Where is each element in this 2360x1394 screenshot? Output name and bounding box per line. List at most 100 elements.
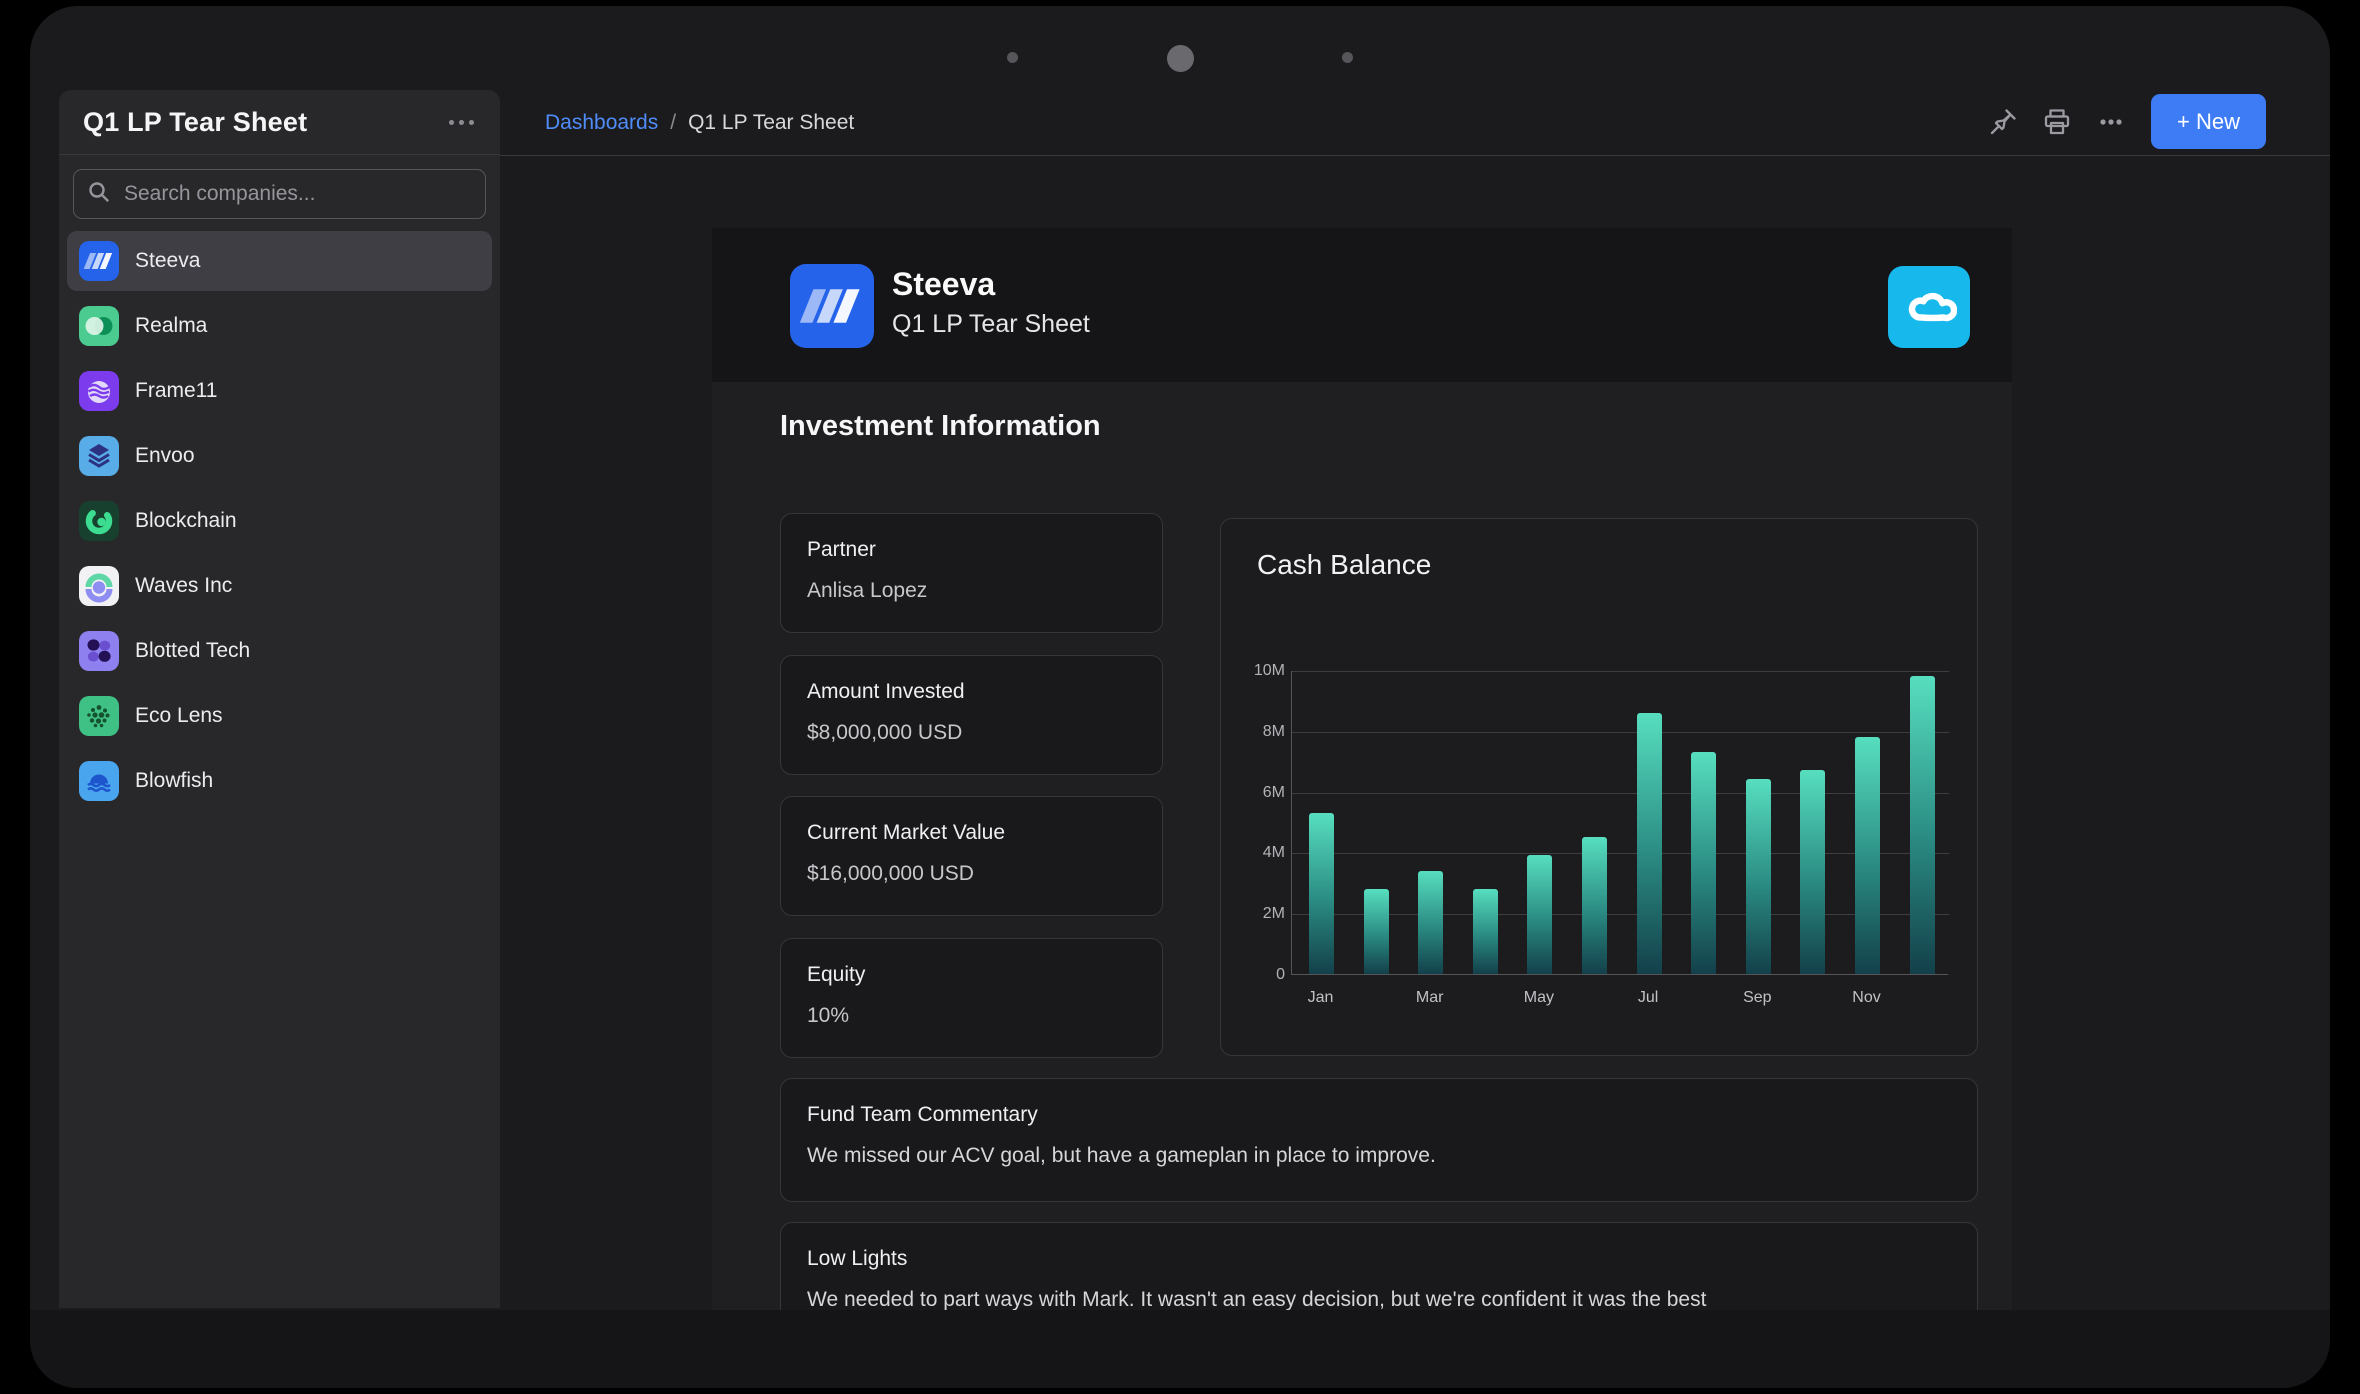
search-icon — [86, 179, 112, 210]
lowlights-card: Low Lights We needed to part ways with M… — [780, 1222, 1978, 1310]
y-axis-tick: 2M — [1229, 905, 1285, 923]
print-button[interactable] — [2035, 100, 2079, 144]
chart-gridline — [1292, 914, 1949, 915]
breadcrumb-dashboards-link[interactable]: Dashboards — [545, 111, 658, 135]
company-label: Blotted Tech — [135, 639, 250, 663]
chart-bar-nov — [1855, 737, 1880, 974]
field-value: $8,000,000 USD — [807, 721, 1136, 745]
y-axis-tick: 6M — [1229, 784, 1285, 802]
chart-gridline — [1292, 671, 1949, 672]
blockchain-ring-icon — [79, 501, 119, 541]
chart-bar-oct — [1800, 770, 1825, 974]
blotted-blobs-icon — [79, 631, 119, 671]
sidebar-item-steeva[interactable]: Steeva — [67, 231, 492, 291]
steeva-logo-icon — [790, 264, 874, 348]
chart-bar-jan — [1309, 813, 1334, 974]
sidebar-more-button[interactable] — [443, 114, 480, 131]
y-axis-tick: 8M — [1229, 723, 1285, 741]
cash-balance-chart: Cash Balance 10M8M6M4M2M0 JanMarMayJulSe… — [1220, 518, 1978, 1056]
sidebar-item-blockchain[interactable]: Blockchain — [67, 491, 492, 551]
sheet-company-name: Steeva — [892, 266, 995, 303]
sidebar-item-blowfish[interactable]: Blowfish — [67, 751, 492, 811]
chart-bar-jul — [1637, 713, 1662, 974]
app-window: Q1 LP Tear Sheet Steeva Realma Frame11 E… — [30, 6, 2330, 1388]
field-label: Amount Invested — [807, 680, 1136, 704]
steeva-stripes-icon — [79, 241, 119, 281]
chart-gridline — [1292, 793, 1949, 794]
window-dot — [1167, 45, 1194, 72]
cloud-icon — [1888, 266, 1970, 348]
sidebar-item-eco-lens[interactable]: Eco Lens — [67, 686, 492, 746]
screen: Q1 LP Tear Sheet Steeva Realma Frame11 E… — [0, 0, 2360, 1394]
chart-title: Cash Balance — [1257, 549, 1431, 581]
sidebar-item-waves-inc[interactable]: Waves Inc — [67, 556, 492, 616]
company-search[interactable] — [73, 169, 486, 219]
chart-bar-may — [1527, 855, 1552, 974]
tear-sheet-panel: Steeva Q1 LP Tear Sheet Investment Infor… — [712, 228, 2012, 1310]
x-axis-tick: Jul — [1638, 989, 1658, 1007]
field-label: Current Market Value — [807, 821, 1136, 845]
company-label: Eco Lens — [135, 704, 223, 728]
x-axis-tick: Jan — [1308, 989, 1334, 1007]
field-value: Anlisa Lopez — [807, 579, 1136, 603]
chart-gridline — [1292, 853, 1949, 854]
x-axis-tick: Mar — [1416, 989, 1444, 1007]
chart-bar-dec — [1910, 676, 1935, 974]
sidebar-title: Q1 LP Tear Sheet — [83, 107, 307, 138]
blowfish-sun-icon — [79, 761, 119, 801]
chart-bar-apr — [1473, 889, 1498, 974]
commentary-card: Fund Team Commentary We missed our ACV g… — [780, 1078, 1978, 1202]
sidebar: Q1 LP Tear Sheet Steeva Realma Frame11 E… — [59, 90, 500, 1308]
more-button[interactable] — [2089, 100, 2133, 144]
breadcrumb-separator: / — [670, 111, 676, 135]
info-card-current-market-value: Current Market Value $16,000,000 USD — [780, 796, 1163, 916]
lowlights-text: We needed to part ways with Mark. It was… — [807, 1288, 1951, 1310]
sidebar-item-envoo[interactable]: Envoo — [67, 426, 492, 486]
field-label: Equity — [807, 963, 1136, 987]
commentary-label: Fund Team Commentary — [807, 1103, 1951, 1127]
y-axis-tick: 4M — [1229, 844, 1285, 862]
commentary-text: We missed our ACV goal, but have a gamep… — [807, 1144, 1951, 1168]
tear-sheet-header: Steeva Q1 LP Tear Sheet — [712, 228, 2012, 382]
company-label: Realma — [135, 314, 207, 338]
chart-bar-sep — [1746, 779, 1771, 974]
window-footer-band — [30, 1310, 2330, 1388]
sidebar-item-blotted-tech[interactable]: Blotted Tech — [67, 621, 492, 681]
envoo-layers-icon — [79, 436, 119, 476]
x-axis-tick: Nov — [1852, 989, 1880, 1007]
search-input[interactable] — [122, 181, 473, 207]
realma-circles-icon — [79, 306, 119, 346]
window-dot — [1007, 52, 1018, 63]
sidebar-item-realma[interactable]: Realma — [67, 296, 492, 356]
frame11-waves-icon — [79, 371, 119, 411]
chart-bar-aug — [1691, 752, 1716, 974]
window-dot — [1342, 52, 1353, 63]
lowlights-label: Low Lights — [807, 1247, 1951, 1271]
ecolens-dots-icon — [79, 696, 119, 736]
sidebar-item-frame11[interactable]: Frame11 — [67, 361, 492, 421]
chart-plot-area — [1291, 671, 1948, 975]
info-card-amount-invested: Amount Invested $8,000,000 USD — [780, 655, 1163, 775]
info-card-equity: Equity10% — [780, 938, 1163, 1058]
y-axis-tick: 10M — [1229, 662, 1285, 680]
new-button[interactable]: + New — [2151, 94, 2266, 149]
section-title: Investment Information — [780, 410, 1101, 443]
company-label: Blowfish — [135, 769, 213, 793]
chart-bar-feb — [1364, 889, 1389, 974]
y-axis-tick: 0 — [1229, 966, 1285, 984]
chart-gridline — [1292, 732, 1949, 733]
chart-bar-jun — [1582, 837, 1607, 974]
main-content: Steeva Q1 LP Tear Sheet Investment Infor… — [500, 156, 2330, 1310]
company-label: Blockchain — [135, 509, 237, 533]
field-label: Partner — [807, 538, 1136, 562]
chart-bar-mar — [1418, 871, 1443, 974]
x-axis-tick: Sep — [1743, 989, 1771, 1007]
company-label: Waves Inc — [135, 574, 232, 598]
info-card-partner: Partner Anlisa Lopez — [780, 513, 1163, 633]
sidebar-header: Q1 LP Tear Sheet — [59, 90, 500, 155]
company-label: Frame11 — [135, 379, 217, 403]
pin-button[interactable] — [1981, 100, 2025, 144]
company-label: Steeva — [135, 249, 200, 273]
sheet-subtitle: Q1 LP Tear Sheet — [892, 310, 1090, 339]
field-value: $16,000,000 USD — [807, 862, 1136, 886]
